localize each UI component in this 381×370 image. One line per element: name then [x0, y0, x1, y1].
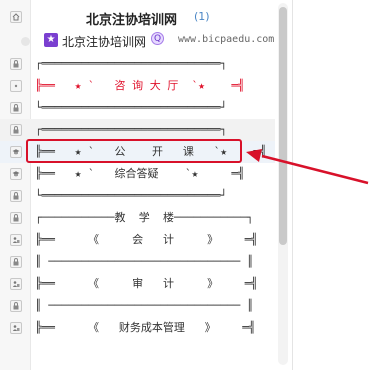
annotation-arrow-icon — [246, 149, 369, 185]
